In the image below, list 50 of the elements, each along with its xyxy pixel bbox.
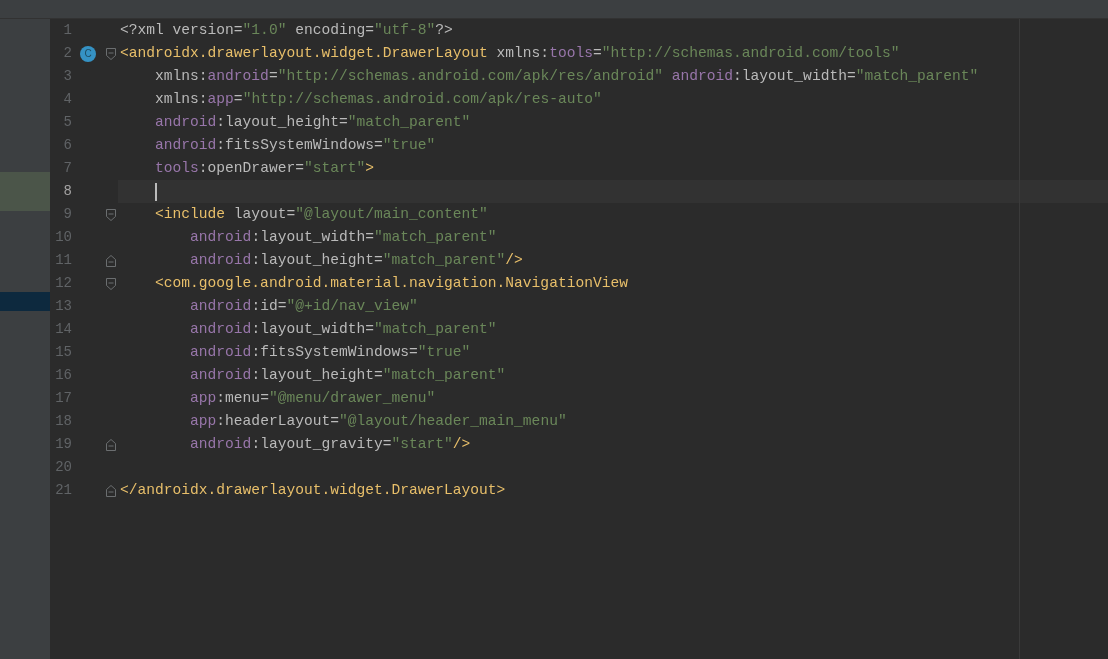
line-number: 10: [54, 228, 72, 247]
code-line: <com.google.android.material.navigation.NavigationView: [154, 273, 628, 293]
code-line: <?xml version="1.0" encoding="utf-8"?>: [120, 20, 453, 40]
code-line: xmlns:app="http://schemas.android.com/apk/res-auto": [154, 89, 602, 109]
code-line: xmlns:android="http://schemas.android.com/apk/res/android" android:layout_width="match_parent": [154, 66, 979, 86]
line-number: 20: [54, 458, 72, 477]
fold-icon[interactable]: [106, 208, 116, 221]
fold-icon[interactable]: [106, 254, 116, 267]
line-number: 15: [54, 343, 72, 362]
text-cursor: [155, 182, 157, 201]
fold-icon[interactable]: [106, 484, 116, 497]
line-number: 2: [62, 44, 72, 63]
line-number: 16: [54, 366, 72, 385]
line-number: 3: [62, 67, 72, 86]
fold-icon[interactable]: [106, 438, 116, 451]
line-number: 7: [62, 159, 72, 178]
line-number: 8: [62, 182, 72, 201]
fold-icon[interactable]: [106, 47, 116, 60]
code-line: android:id="@+id/nav_view": [189, 296, 418, 316]
code-line: </androidx.drawerlayout.widget.DrawerLayout>: [120, 480, 506, 500]
code-line: android:layout_height="match_parent": [154, 112, 471, 132]
line-number: 19: [54, 435, 72, 454]
line-number: 9: [62, 205, 72, 224]
highlight-bar: [0, 172, 50, 211]
line-number: 13: [54, 297, 72, 316]
code-line: android:fitsSystemWindows="true": [189, 342, 471, 362]
line-number: 12: [54, 274, 72, 293]
code-line: android:layout_gravity="start"/>: [189, 434, 471, 454]
code-line: <include layout="@layout/main_content": [154, 204, 488, 224]
line-number: 5: [62, 113, 72, 132]
line-number: 17: [54, 389, 72, 408]
code-line: app:menu="@menu/drawer_menu": [189, 388, 436, 408]
line-number: 1: [62, 21, 72, 40]
line-number: 4: [62, 90, 72, 109]
fold-icon[interactable]: [106, 277, 116, 290]
line-number: 14: [54, 320, 72, 339]
code-line: android:layout_width="match_parent": [189, 227, 497, 247]
class-badge-icon[interactable]: C: [80, 45, 96, 62]
line-number: 21: [54, 481, 72, 500]
line-number: 11: [54, 251, 72, 270]
code-line: android:layout_width="match_parent": [189, 319, 497, 339]
code-line: <androidx.drawerlayout.widget.DrawerLayout xmlns:tools="http://schemas.android.com/tools": [120, 43, 900, 63]
code-line: app:headerLayout="@layout/header_main_menu": [189, 411, 567, 431]
selection-bar: [0, 292, 50, 311]
code-line: android:layout_height="match_parent": [189, 365, 506, 385]
code-line: android:fitsSystemWindows="true": [154, 135, 436, 155]
code-line: tools:openDrawer="start">: [154, 158, 374, 178]
code-line: android:layout_height="match_parent"/>: [189, 250, 523, 270]
line-number: 18: [54, 412, 72, 431]
line-number: 6: [62, 136, 72, 155]
